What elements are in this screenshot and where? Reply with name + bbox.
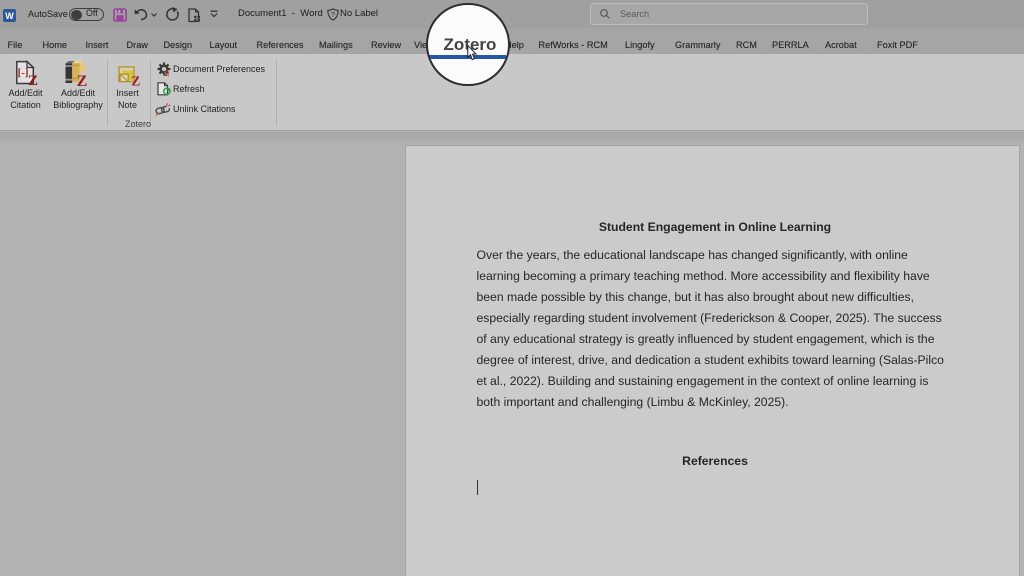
svg-text:?: ? bbox=[331, 10, 335, 19]
svg-text:Z: Z bbox=[131, 73, 140, 87]
svg-text:W: W bbox=[5, 11, 14, 21]
svg-text:Z: Z bbox=[77, 73, 88, 87]
svg-text:Z: Z bbox=[28, 73, 38, 87]
svg-text:[-]: [-] bbox=[18, 67, 29, 79]
